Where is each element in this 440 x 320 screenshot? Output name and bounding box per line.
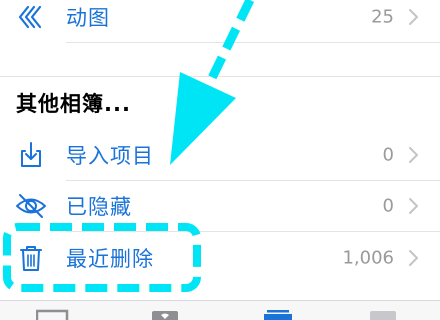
tab-bar <box>0 300 440 320</box>
album-row-count: 0 <box>382 144 394 166</box>
row-divider <box>66 231 440 232</box>
album-row-recently-deleted[interactable]: 最近删除 1,006 <box>0 233 440 283</box>
animated-icon <box>18 5 42 29</box>
albums-tab-icon[interactable] <box>261 309 295 320</box>
section-title-other-albums: 其他相簿... <box>16 92 131 116</box>
section-divider <box>0 76 440 77</box>
album-row-label: 最近删除 <box>66 247 154 271</box>
chevron-right-icon <box>409 9 418 25</box>
album-row-hidden[interactable]: 已隐藏 0 <box>0 181 440 231</box>
trash-icon <box>20 246 42 271</box>
album-row-count: 25 <box>371 6 394 28</box>
import-icon <box>21 142 41 167</box>
album-row-imports[interactable]: 导入项目 0 <box>0 130 440 180</box>
search-tab-icon[interactable] <box>366 309 400 320</box>
for-you-tab-icon[interactable] <box>148 309 182 320</box>
hidden-eye-icon <box>16 194 46 218</box>
album-row-count: 0 <box>382 195 394 217</box>
album-row-count: 1,006 <box>342 247 394 269</box>
album-row-animated[interactable]: 动图 25 <box>0 0 440 42</box>
chevron-right-icon <box>409 198 418 214</box>
album-row-label: 已隐藏 <box>66 195 132 219</box>
row-divider <box>66 42 440 43</box>
albums-screen: 动图 25 其他相簿... 导入项目 0 已隐藏 0 最近删除 1,006 <box>0 0 440 320</box>
photos-tab-icon[interactable] <box>36 309 70 320</box>
album-row-label: 动图 <box>66 6 110 30</box>
chevron-right-icon <box>409 250 418 266</box>
album-row-label: 导入项目 <box>66 144 154 168</box>
chevron-right-icon <box>409 147 418 163</box>
